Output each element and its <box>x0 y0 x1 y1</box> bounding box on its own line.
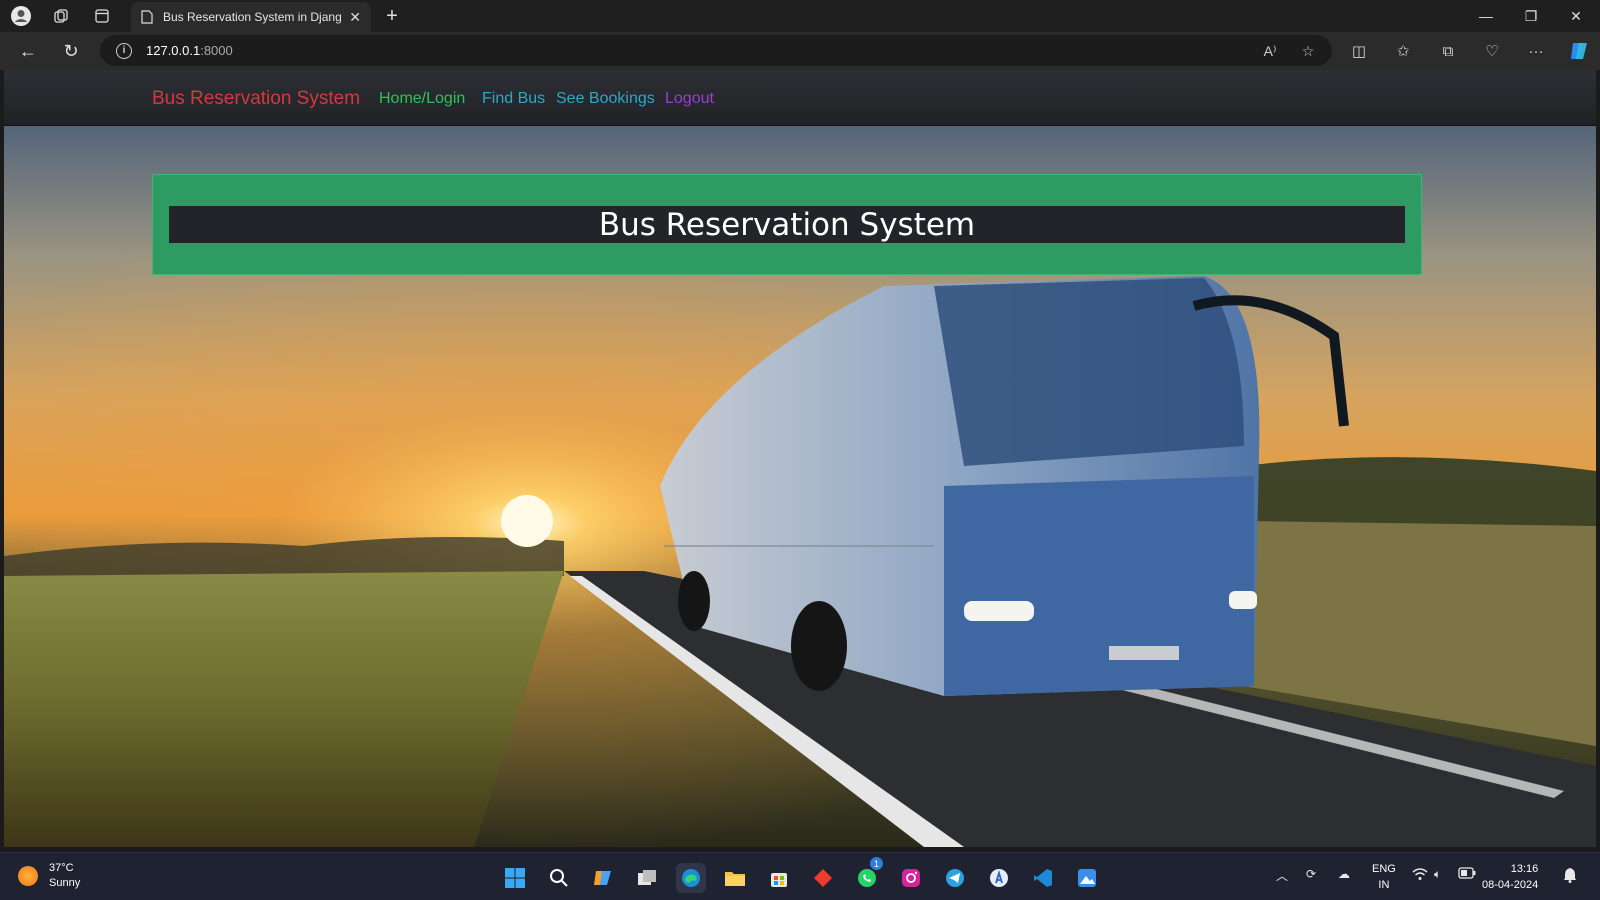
notification-bell-icon[interactable] <box>1563 867 1577 886</box>
close-window-button[interactable]: ✕ <box>1553 0 1599 32</box>
new-tab-button[interactable]: + <box>380 4 404 28</box>
weather-widget[interactable]: 37°C Sunny <box>18 861 80 891</box>
minimize-button[interactable]: — <box>1463 0 1509 32</box>
whatsapp-icon[interactable]: 1 <box>852 857 883 893</box>
site-brand[interactable]: Bus Reservation System <box>152 88 360 110</box>
sync-icon[interactable]: ⟳ <box>1306 867 1316 881</box>
nav-see-bookings[interactable]: See Bookings <box>556 90 655 108</box>
more-options-icon[interactable]: ··· <box>1522 38 1550 64</box>
weather-desc: Sunny <box>49 877 81 889</box>
browser-tab[interactable]: Bus Reservation System in Djang ✕ <box>131 2 371 32</box>
nav-logout[interactable]: Logout <box>665 90 714 108</box>
favorites-icon[interactable]: ✩ <box>1389 38 1417 64</box>
instagram-icon[interactable] <box>896 863 926 893</box>
sun-icon <box>18 866 38 886</box>
split-screen-icon[interactable]: ◫ <box>1345 38 1373 64</box>
clock-date: 08-04-2024 <box>1482 879 1539 891</box>
workspaces-icon[interactable] <box>48 4 74 28</box>
onedrive-icon[interactable]: ☁ <box>1338 867 1350 881</box>
browser-essentials-icon[interactable]: ♡ <box>1478 38 1506 64</box>
site-info-icon[interactable]: i <box>116 42 132 59</box>
nav-home-login[interactable]: Home/Login <box>379 90 465 108</box>
page-icon <box>141 10 153 24</box>
edge-icon[interactable] <box>676 863 706 893</box>
chevron-up-icon[interactable]: ︿ <box>1276 867 1288 884</box>
address-bar-row: ← ↻ i 127.0.0.1:8000 A⁾ ☆ ◫ ✩ ⧉ ♡ ··· <box>0 32 1600 70</box>
back-button[interactable]: ← <box>14 38 42 64</box>
photos-icon[interactable] <box>1072 863 1102 893</box>
start-icon[interactable] <box>500 863 530 893</box>
battery-icon[interactable] <box>1458 867 1476 882</box>
url-text[interactable]: 127.0.0.1:8000 <box>146 43 233 58</box>
telegram-icon[interactable] <box>940 863 970 893</box>
title-banner-inner: Bus Reservation System <box>169 206 1405 243</box>
copilot-taskbar-icon[interactable] <box>588 863 618 893</box>
clock-time: 13:16 <box>1510 863 1539 875</box>
notification-badge: 1 <box>870 857 883 870</box>
clock[interactable]: 13:16 08-04-2024 <box>1482 861 1538 893</box>
close-tab-icon[interactable]: ✕ <box>349 9 361 26</box>
restore-button[interactable]: ❐ <box>1508 0 1554 32</box>
address-bar[interactable]: i 127.0.0.1:8000 A⁾ ☆ <box>100 35 1332 66</box>
store-icon[interactable] <box>764 863 794 893</box>
weather-temp: 37°C <box>49 862 74 874</box>
profile-icon[interactable] <box>8 4 34 28</box>
vscode-icon[interactable] <box>1028 863 1058 893</box>
title-banner: Bus Reservation System <box>152 174 1422 275</box>
windows-taskbar: 37°C Sunny 1 ︿ ⟳ ☁ ENG IN 🔈︎ 13:16 08-04… <box>0 852 1600 900</box>
nav-find-bus[interactable]: Find Bus <box>482 90 545 108</box>
task-view-icon[interactable] <box>632 863 662 893</box>
site-navbar: Bus Reservation System Home/Login Find B… <box>4 70 1596 126</box>
file-explorer-icon[interactable] <box>720 863 750 893</box>
read-aloud-icon[interactable]: A⁾ <box>1260 42 1280 60</box>
vertical-tabs-icon[interactable] <box>89 4 115 28</box>
app-store-icon[interactable] <box>984 863 1014 893</box>
hero-background: Bus Reservation System <box>4 126 1596 847</box>
anydesk-icon[interactable] <box>808 863 838 893</box>
collections-icon[interactable]: ⧉ <box>1434 38 1462 64</box>
wifi-icon[interactable] <box>1412 867 1428 884</box>
search-icon[interactable] <box>544 863 574 893</box>
copilot-icon[interactable] <box>1565 38 1593 64</box>
volume-icon[interactable]: 🔈︎ <box>1434 867 1441 882</box>
language-indicator[interactable]: ENG IN <box>1372 861 1396 893</box>
page-title: Bus Reservation System <box>598 206 976 243</box>
tab-title: Bus Reservation System in Djang <box>163 10 342 24</box>
favorite-star-icon[interactable]: ☆ <box>1298 42 1318 60</box>
browser-titlebar: Bus Reservation System in Djang ✕ + — ❐ … <box>0 0 1600 32</box>
reload-button[interactable]: ↻ <box>57 38 85 64</box>
page-viewport: Bus Reservation System Home/Login Find B… <box>4 70 1596 847</box>
